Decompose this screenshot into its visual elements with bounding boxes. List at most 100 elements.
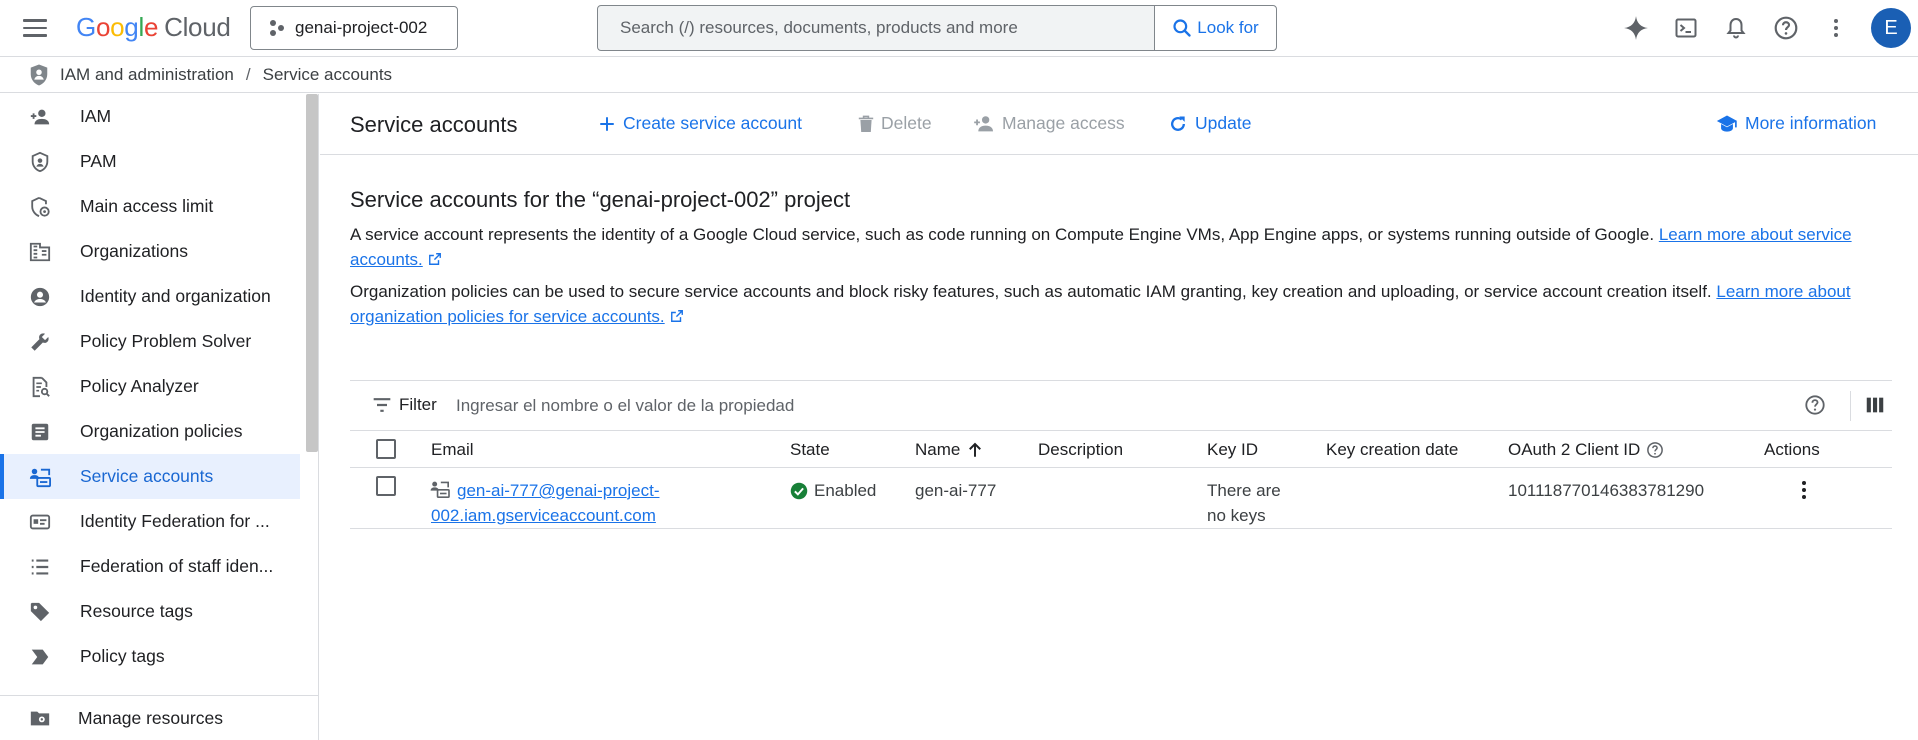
sidebar-item-policy-analyzer[interactable]: Policy Analyzer xyxy=(0,364,300,409)
project-hierarchy-icon xyxy=(270,20,284,36)
sidebar-item-identity-federation[interactable]: Identity Federation for ... xyxy=(0,499,300,544)
service-account-email-link-line2[interactable]: 002.iam.gserviceaccount.com xyxy=(431,506,656,525)
trash-icon xyxy=(858,115,874,132)
folder-gear-icon xyxy=(28,706,52,730)
sidebar-item-organizations[interactable]: Organizations xyxy=(0,229,300,274)
sort-ascending-icon xyxy=(969,442,982,457)
search-bar: Look for xyxy=(597,5,1277,51)
service-account-icon xyxy=(430,480,450,505)
column-header-oauth-client-id[interactable]: OAuth 2 Client ID xyxy=(1508,440,1664,460)
refresh-icon xyxy=(1171,116,1185,131)
refresh-button[interactable]: Update xyxy=(1168,113,1251,134)
open-in-new-icon xyxy=(670,310,683,322)
list-doc-icon xyxy=(28,420,52,444)
person-add-icon xyxy=(28,105,52,129)
sidebar-item-main-access-limit[interactable]: Main access limit xyxy=(0,184,300,229)
wrench-icon xyxy=(28,330,52,354)
label-icon xyxy=(28,645,52,669)
filter-list-icon xyxy=(373,398,391,412)
badge-icon xyxy=(28,510,52,534)
account-avatar[interactable]: E xyxy=(1871,8,1911,48)
main-menu-button[interactable] xyxy=(18,13,52,43)
account-circle-icon xyxy=(28,285,52,309)
cloud-shell-icon[interactable] xyxy=(1670,12,1702,44)
state-cell: Enabled xyxy=(790,478,876,503)
email-cell: gen-ai-777@genai-project- xyxy=(457,478,659,503)
breadcrumb-current: Service accounts xyxy=(262,64,393,84)
breadcrumb-separator: / xyxy=(245,64,251,84)
column-header-description[interactable]: Description xyxy=(1038,440,1123,460)
sidebar-item-organization-policies[interactable]: Organization policies xyxy=(0,409,300,454)
project-picker[interactable]: genai-project-002 xyxy=(250,6,458,50)
project-name: genai-project-002 xyxy=(295,18,428,37)
name-cell: gen-ai-777 xyxy=(915,481,997,500)
sidebar-item-service-accounts[interactable]: Service accounts xyxy=(0,454,300,499)
column-header-state[interactable]: State xyxy=(790,440,830,460)
school-icon xyxy=(1716,115,1738,132)
help-icon[interactable] xyxy=(1770,12,1802,44)
table-filter-bar: Filter xyxy=(350,380,1892,431)
table-row: gen-ai-777@genai-project- 002.iam.gservi… xyxy=(350,468,1892,529)
service-account-icon xyxy=(28,465,52,489)
action-bar: Service accounts Create service account … xyxy=(320,94,1918,155)
sidebar-item-policy-problem-solver[interactable]: Policy Problem Solver xyxy=(0,319,300,364)
search-button[interactable]: Look for xyxy=(1154,6,1276,50)
search-icon xyxy=(1173,19,1191,37)
breadcrumb: IAM and administration / Service account… xyxy=(0,57,1918,93)
service-account-email-link[interactable]: gen-ai-777@genai-project- xyxy=(457,481,659,500)
plus-icon xyxy=(600,116,614,131)
table-header: Email State Name Description Key ID Key … xyxy=(350,431,1892,468)
iam-shield-icon xyxy=(30,63,48,86)
column-header-actions: Actions xyxy=(1764,440,1820,459)
sidebar-scrollbar[interactable] xyxy=(306,94,318,452)
sidebar-item-iam[interactable]: IAM xyxy=(0,94,300,139)
sidebar-item-identity-organization[interactable]: Identity and organization xyxy=(0,274,300,319)
policy-doc-icon xyxy=(28,375,52,399)
service-account-description: A service account represents the identit… xyxy=(350,225,1852,269)
column-header-key-creation-date[interactable]: Key creation date xyxy=(1326,440,1458,460)
row-actions-menu-icon[interactable] xyxy=(1792,476,1816,504)
tag-icon xyxy=(28,600,52,624)
domain-icon xyxy=(28,240,52,264)
section-title: Service accounts for the “genai-project-… xyxy=(350,187,851,212)
person-add-icon xyxy=(974,115,993,131)
email-cell-continued: 002.iam.gserviceaccount.com xyxy=(431,503,656,528)
column-display-icon[interactable] xyxy=(1864,393,1886,422)
help-icon[interactable] xyxy=(1804,394,1826,421)
sidebar-item-pam[interactable]: PAM xyxy=(0,139,300,184)
more-information-button[interactable]: More information xyxy=(1716,113,1876,134)
breadcrumb-iam-admin[interactable]: IAM and administration xyxy=(60,65,234,85)
column-header-email[interactable]: Email xyxy=(431,440,474,460)
shield-icon xyxy=(28,150,52,174)
sidebar-item-staff-federation[interactable]: Federation of staff iden... xyxy=(0,544,300,589)
main-content: Service accounts Create service account … xyxy=(320,94,1918,740)
column-header-name[interactable]: Name xyxy=(915,440,984,460)
select-all-checkbox[interactable] xyxy=(376,439,396,459)
toolbar-divider xyxy=(1850,391,1851,421)
sidebar-item-resource-tags[interactable]: Resource tags xyxy=(0,589,300,634)
list-icon xyxy=(28,555,52,579)
manage-access-button[interactable]: Manage access xyxy=(973,113,1125,134)
gemini-icon[interactable] xyxy=(1620,12,1652,44)
google-cloud-logo[interactable]: Google Cloud xyxy=(76,12,231,43)
help-icon[interactable] xyxy=(1646,441,1664,459)
shield-gear-icon xyxy=(28,195,52,219)
column-header-key-id[interactable]: Key ID xyxy=(1207,440,1258,460)
create-service-account-button[interactable]: Create service account xyxy=(598,113,802,134)
page-title: Service accounts xyxy=(350,112,518,137)
delete-button[interactable]: Delete xyxy=(858,113,932,134)
more-vert-icon[interactable] xyxy=(1820,12,1852,44)
organization-policies-description: Organization policies can be used to sec… xyxy=(350,282,1851,326)
notifications-icon[interactable] xyxy=(1720,12,1752,44)
manage-resources-link[interactable]: Manage resources xyxy=(0,695,319,740)
oauth-client-id-cell: 101118770146383781290 xyxy=(1508,481,1705,500)
top-app-bar: GoogleCloud genai-project-002 Look for E xyxy=(0,0,1918,57)
filter-button[interactable]: Filter xyxy=(372,395,437,415)
filter-input[interactable] xyxy=(456,391,1656,421)
search-input[interactable] xyxy=(598,6,1154,50)
open-in-new-icon xyxy=(428,253,441,265)
row-checkbox[interactable] xyxy=(376,476,396,496)
check-circle-icon xyxy=(790,482,808,499)
key-id-cell: There are no keys xyxy=(1207,481,1281,525)
sidebar-item-policy-tags[interactable]: Policy tags xyxy=(0,634,300,679)
